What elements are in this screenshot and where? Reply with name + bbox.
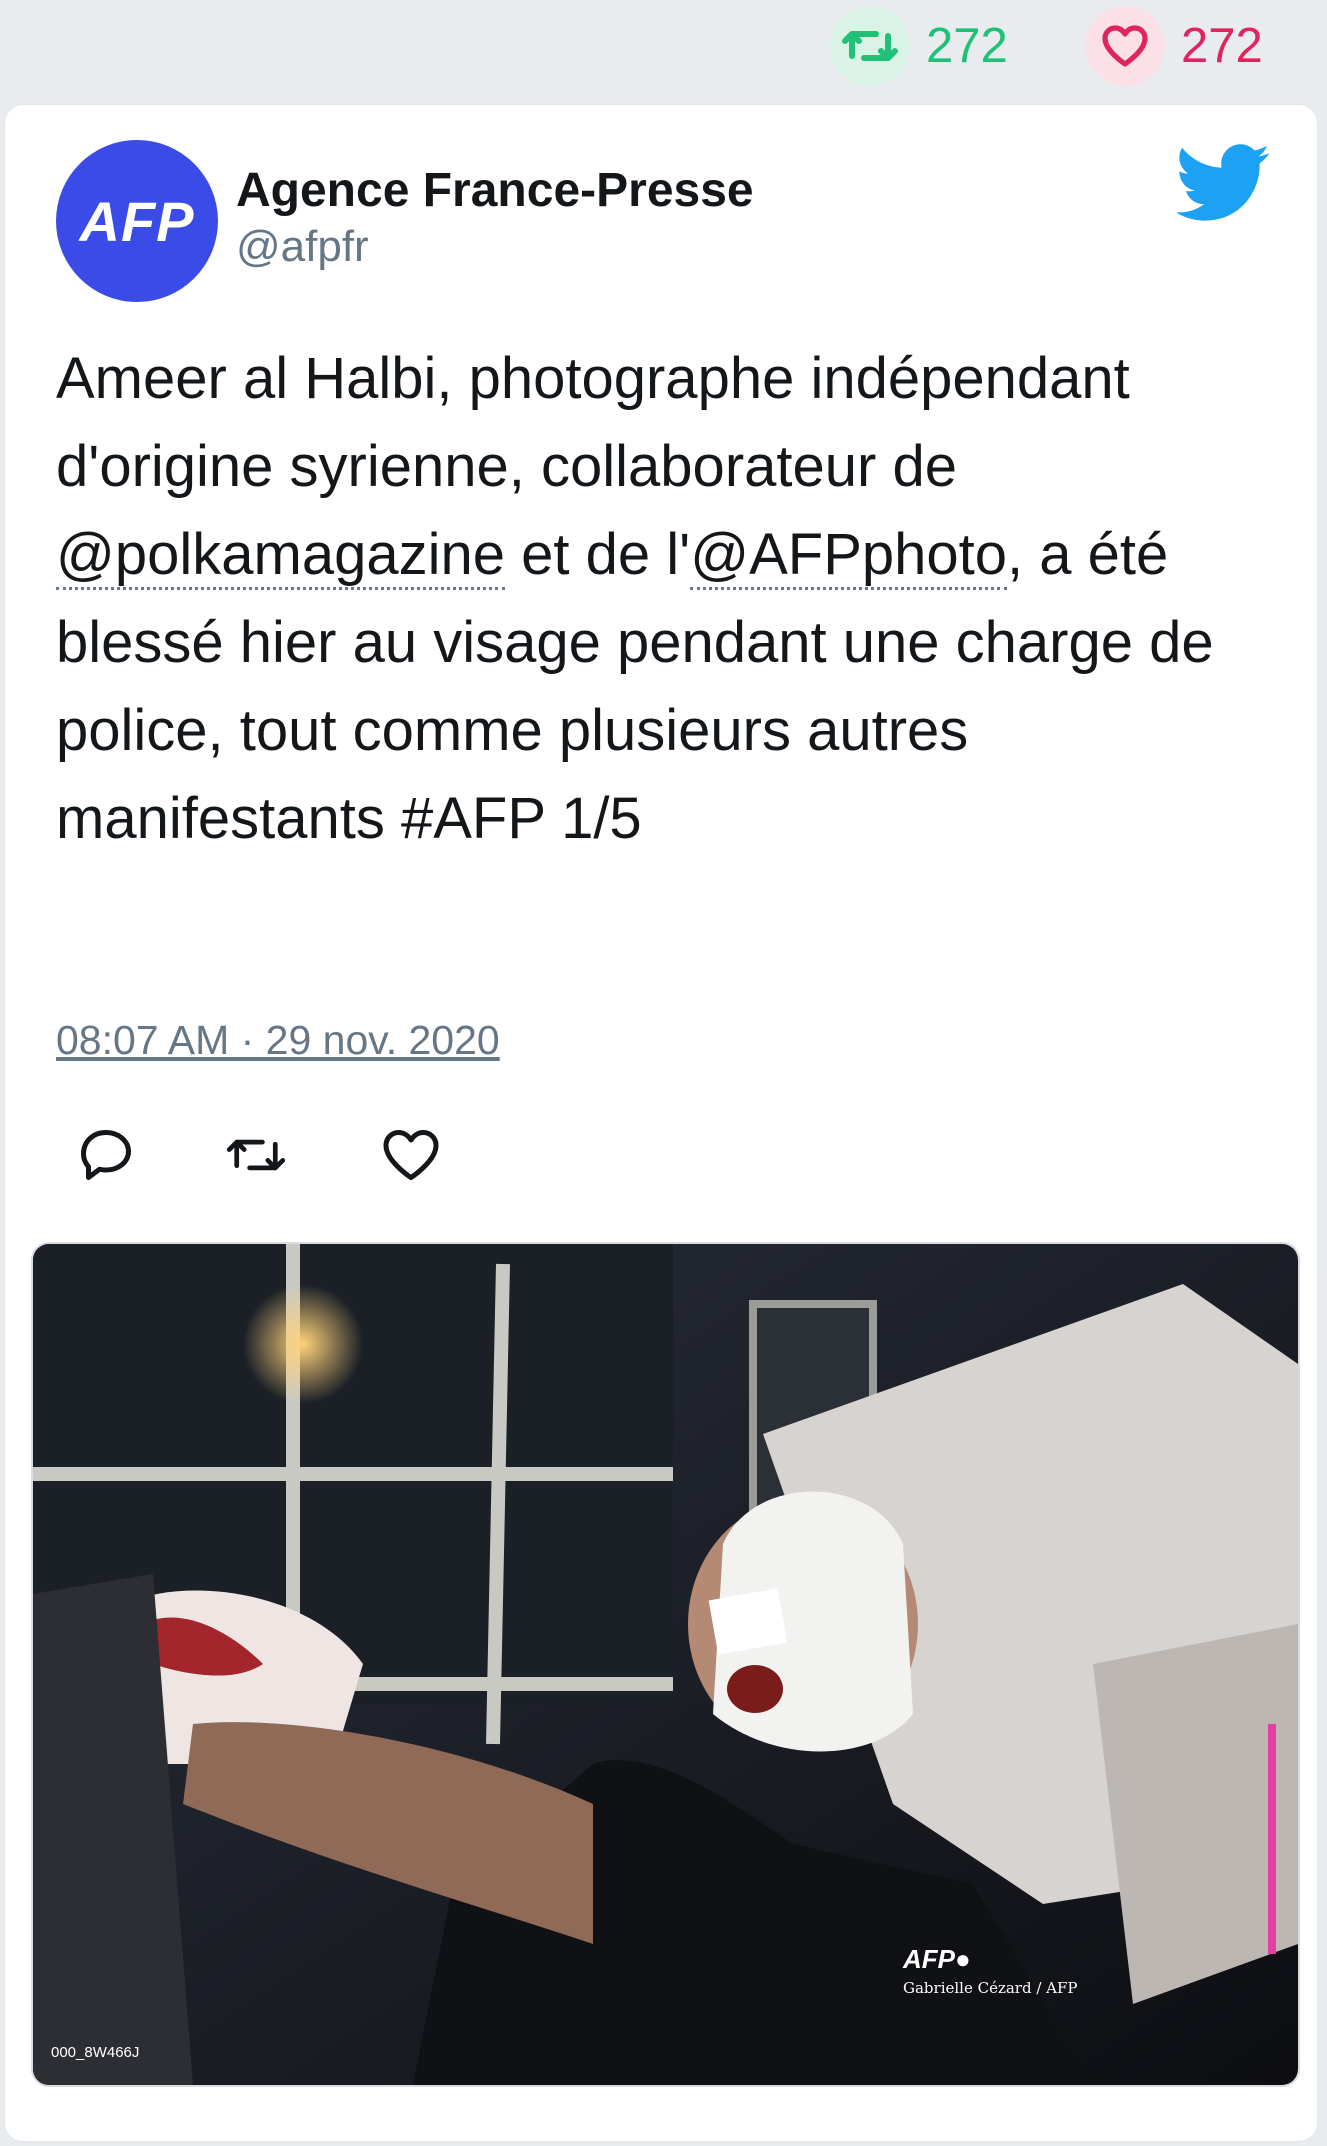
reply-icon[interactable] xyxy=(76,1125,136,1185)
like-count: 272 xyxy=(1181,19,1263,73)
mention-afpphoto-link[interactable]: @AFPphoto xyxy=(690,522,1008,590)
photo-credit: AFP● Gabrielle Cézard / AFP xyxy=(903,1944,1078,1997)
retweet-count: 272 xyxy=(926,19,1008,73)
like-count-stat[interactable]: 272 xyxy=(1085,6,1263,86)
like-icon[interactable] xyxy=(381,1125,441,1185)
author-handle[interactable]: @afpfr xyxy=(236,222,369,272)
retweet-icon[interactable] xyxy=(226,1125,286,1185)
avatar-logo-text: AFP xyxy=(79,189,195,253)
photo-illustration xyxy=(33,1244,1298,2085)
retweet-icon[interactable] xyxy=(830,6,910,86)
photo-id-label: 000_8W466J xyxy=(51,2044,140,2061)
tweet-text-part2: et de l' xyxy=(505,522,691,587)
photo-credit-name: Gabrielle Cézard / AFP xyxy=(903,1979,1078,1997)
avatar[interactable]: AFP xyxy=(56,140,218,302)
twitter-bird-icon[interactable] xyxy=(1177,143,1271,223)
tweet-timestamp-link[interactable]: 08:07 AM · 29 nov. 2020 xyxy=(56,1017,500,1064)
mention-polkamagazine-link[interactable]: @polkamagazine xyxy=(56,522,506,590)
tweet-card: AFP Agence France-Presse @afpfr Ameer al… xyxy=(5,105,1317,2141)
tweet-text-part1: Ameer al Halbi, photographe indépendant … xyxy=(56,346,1130,499)
tweet-text: Ameer al Halbi, photographe indépendant … xyxy=(56,335,1266,863)
heart-icon[interactable] xyxy=(1085,6,1165,86)
retweet-count-stat[interactable]: 272 xyxy=(830,6,1008,86)
engagement-bar: 272 272 xyxy=(0,0,1327,100)
author-name[interactable]: Agence France-Presse xyxy=(236,163,754,218)
afp-credit-logo: AFP● xyxy=(903,1944,971,1974)
tweet-media-photo[interactable]: AFP● Gabrielle Cézard / AFP 000_8W466J xyxy=(31,1242,1300,2087)
